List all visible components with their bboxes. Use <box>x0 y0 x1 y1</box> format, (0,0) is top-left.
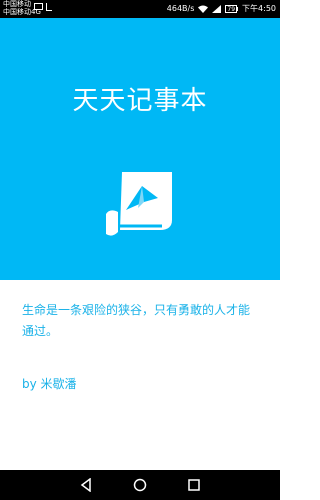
status-bar: 中国移动 中国移动4G 464B/s 79 下午4:50 <box>0 0 280 18</box>
note-paper-plane-icon <box>106 172 172 236</box>
wifi-icon <box>198 5 209 13</box>
quote-text: 生命是一条艰险的狭谷，只有勇敢的人才能通过。 <box>22 303 251 338</box>
back-icon <box>80 478 91 492</box>
usb-icon <box>46 3 52 11</box>
notification-icons <box>34 3 52 11</box>
image-notification-icon <box>34 3 43 10</box>
splash-header: 天天记事本 <box>0 18 280 280</box>
signal-icon <box>212 4 222 13</box>
clock: 下午4:50 <box>242 4 276 13</box>
recent-apps-icon <box>188 479 200 491</box>
back-button[interactable] <box>66 470 106 500</box>
battery-icon: 79 <box>225 4 239 13</box>
recent-apps-button[interactable] <box>174 470 214 500</box>
battery-level: 79 <box>225 4 238 13</box>
home-button[interactable] <box>120 470 160 500</box>
navigation-bar <box>0 470 280 500</box>
battery-tip <box>237 6 239 11</box>
app-title: 天天记事本 <box>72 86 208 116</box>
quote-author: by 米歇潘 <box>22 377 77 391</box>
home-icon <box>133 478 147 492</box>
net-speed: 464B/s <box>166 4 195 13</box>
status-right: 464B/s 79 下午4:50 <box>167 3 276 14</box>
